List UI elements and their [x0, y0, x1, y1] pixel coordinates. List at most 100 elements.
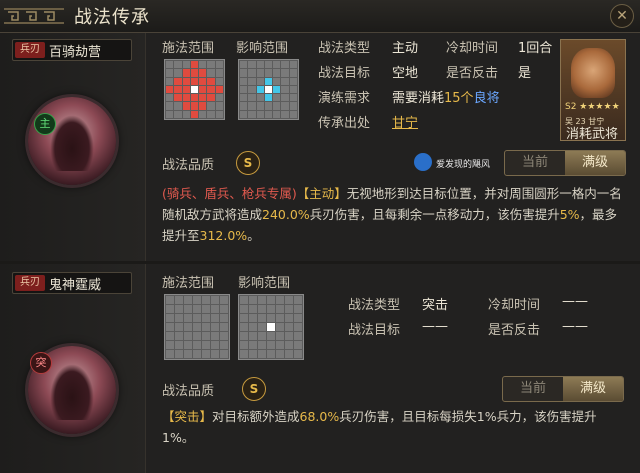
- grid-cell: [199, 94, 207, 102]
- ornament-icon: [4, 8, 64, 24]
- grid-cell: [211, 305, 219, 313]
- grid-cell: [285, 296, 293, 304]
- desc-pct-2: 5%: [559, 207, 580, 222]
- grid-cell: [294, 323, 302, 331]
- desc-text-b: 兵刃伤害，且每剩余一点移动力，该伤害提升: [309, 207, 560, 222]
- grid-cell: [190, 94, 199, 102]
- grid-cell: [240, 341, 248, 349]
- tactic-target-label: 战法目标: [348, 323, 401, 338]
- grid-cell: [273, 110, 281, 118]
- cooldown-label: 冷却时间: [488, 298, 541, 313]
- grid-cell: [174, 85, 182, 94]
- desc-text-a: 对目标额外造成: [212, 409, 300, 424]
- grid-cell: [294, 350, 302, 358]
- grid-cell: [166, 102, 174, 110]
- training-label: 演练需求: [318, 91, 371, 106]
- grid-cell: [175, 323, 183, 331]
- grid-cell: [215, 61, 223, 69]
- grid-cell: [240, 305, 248, 313]
- warrior-icon: [50, 364, 94, 420]
- grid-cell: [276, 305, 284, 313]
- grid-cell: [202, 323, 210, 331]
- grid-cell: [289, 102, 297, 110]
- grid-cell: [240, 314, 248, 322]
- grid-cell: [273, 85, 281, 94]
- grid-cell: [256, 61, 264, 69]
- grid-cell: [193, 323, 201, 331]
- grid-cell: [207, 102, 215, 110]
- grid-cell: [258, 314, 266, 322]
- grid-cell: [267, 350, 275, 358]
- grid-cell: [207, 94, 215, 102]
- grid-cell: [264, 102, 273, 110]
- grid-cell: [190, 61, 199, 69]
- grid-cell: [281, 69, 289, 77]
- grid-cell: [166, 85, 174, 94]
- grid-cell: [166, 110, 174, 118]
- grid-cell: [273, 61, 281, 69]
- quality-s-icon: S: [242, 377, 266, 401]
- cast-range-label: 施法范围: [162, 276, 215, 291]
- grid-cell: [220, 350, 228, 358]
- tactic-name-box: 兵刃 鬼神霆威: [12, 272, 132, 294]
- desc-text-d: 。: [247, 228, 260, 243]
- grid-cell: [256, 77, 264, 85]
- grid-cell: [276, 296, 284, 304]
- grid-cell: [215, 77, 223, 85]
- tab-current[interactable]: 当前: [503, 377, 563, 401]
- grid-cell: [256, 94, 264, 102]
- training-item: 良将: [473, 91, 500, 106]
- grid-cell: [249, 350, 257, 358]
- grid-cell: [193, 350, 201, 358]
- counterattack-value: ——: [562, 319, 588, 334]
- grid-cell: [240, 69, 248, 77]
- tactic-emblem[interactable]: [28, 97, 116, 185]
- grid-cell: [215, 85, 223, 94]
- tactic-sidebar-1: 兵刃 百骑劫营 主: [0, 33, 146, 261]
- grid-cell: [220, 296, 228, 304]
- grid-cell: [249, 296, 257, 304]
- counterattack-value: 是: [518, 66, 532, 81]
- grid-cell: [182, 85, 190, 94]
- cast-range-label: 施法范围: [162, 41, 215, 56]
- tab-max-level[interactable]: 满级: [563, 377, 623, 401]
- effect-range-label: 影响范围: [236, 41, 289, 56]
- grid-cell: [211, 350, 219, 358]
- grid-cell: [264, 85, 273, 94]
- grid-cell: [240, 323, 248, 331]
- grid-cell: [166, 61, 174, 69]
- grid-cell: [281, 110, 289, 118]
- tactic-panel-1: 兵刃 百骑劫营 主 施法范围 影响范围 战法类型 主动 冷却时间 1回合 战法目…: [0, 33, 640, 261]
- counterattack-label: 是否反击: [488, 323, 541, 338]
- grid-cell: [267, 323, 275, 331]
- grid-cell: [276, 323, 284, 331]
- grid-cell: [264, 69, 273, 77]
- grid-cell: [202, 341, 210, 349]
- grid-cell: [273, 77, 281, 85]
- tab-current[interactable]: 当前: [505, 151, 565, 175]
- grid-cell: [166, 323, 174, 331]
- grid-cell: [285, 350, 293, 358]
- grid-cell: [240, 77, 248, 85]
- grid-cell: [211, 296, 219, 304]
- tab-max-level[interactable]: 满级: [565, 151, 625, 175]
- grid-cell: [207, 110, 215, 118]
- grid-cell: [220, 323, 228, 331]
- grid-cell: [249, 341, 257, 349]
- grid-cell: [182, 77, 190, 85]
- grid-cell: [285, 323, 293, 331]
- grid-cell: [273, 94, 281, 102]
- grid-cell: [285, 305, 293, 313]
- training-requirement: 需要消耗15个良将: [392, 87, 500, 106]
- grid-cell: [264, 110, 273, 118]
- desc-pct-1: 240.0%: [262, 207, 310, 222]
- tactic-name: 鬼神霆威: [49, 278, 102, 293]
- grid-cell: [166, 305, 174, 313]
- grid-cell: [184, 332, 192, 340]
- title-bar: 战法传承 ✕: [0, 0, 640, 33]
- cooldown-value: ——: [562, 294, 588, 309]
- close-button[interactable]: ✕: [610, 4, 634, 28]
- grid-cell: [184, 350, 192, 358]
- source-general-link[interactable]: 甘宁: [392, 112, 418, 131]
- cavalry-icon: [50, 115, 94, 171]
